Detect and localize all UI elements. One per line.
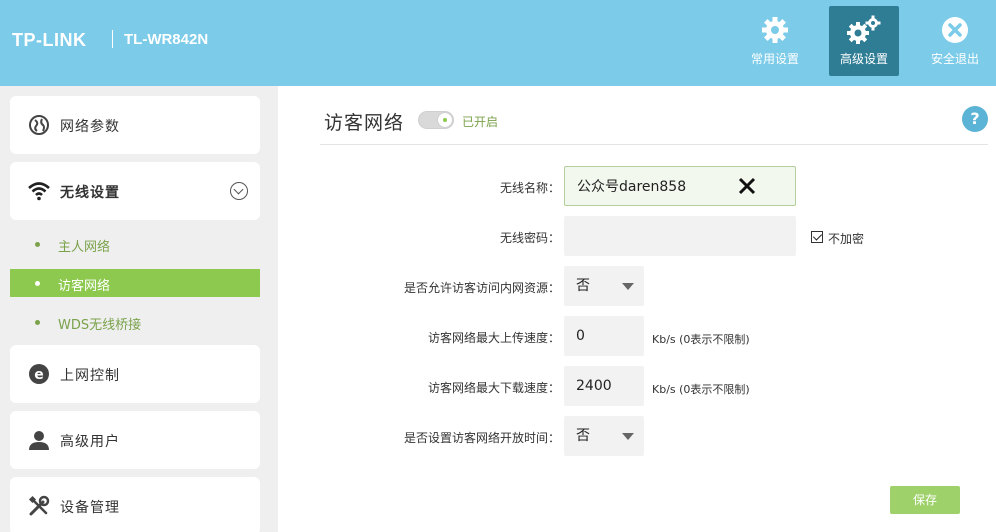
upload-speed-label: 访客网络最大上传速度：	[427, 331, 560, 345]
internet-icon: e	[29, 364, 49, 384]
sidebar-item-label: 上网控制	[60, 368, 120, 384]
sidebar-subitem-label: WDS无线桥接	[58, 318, 142, 333]
clear-icon[interactable]	[737, 176, 757, 196]
no-encrypt-checkbox[interactable]	[811, 231, 823, 243]
lan-access-value: 否	[576, 278, 590, 294]
gear-icon	[762, 17, 788, 43]
sidebar-subitem-wds[interactable]: WDS无线桥接	[10, 308, 260, 336]
advanced-settings-label: 高级设置	[839, 52, 888, 66]
password-input[interactable]	[564, 216, 796, 256]
sidebar-subitem-host-network[interactable]: 主人网络	[10, 230, 260, 258]
sidebar-item-label: 无线设置	[60, 185, 120, 201]
upload-speed-value: 0	[576, 328, 585, 344]
brand-logo: TP-LINK	[12, 30, 87, 50]
help-icon[interactable]: ?	[962, 106, 988, 132]
sidebar-subitem-label: 访客网络	[58, 279, 111, 294]
tools-icon	[28, 495, 50, 516]
schedule-label: 是否设置访客网络开放时间：	[403, 431, 560, 445]
sidebar-item-label: 设备管理	[60, 500, 120, 516]
bullet-icon	[35, 281, 40, 286]
download-speed-input[interactable]: 2400	[564, 366, 644, 406]
advanced-settings-button[interactable]: 高级设置	[829, 6, 899, 76]
logout-button[interactable]: 安全退出	[920, 6, 990, 76]
upload-speed-input[interactable]: 0	[564, 316, 644, 356]
toggle-knob	[438, 113, 452, 127]
page-title: 访客网络	[324, 112, 405, 134]
dropdown-caret-icon	[622, 283, 634, 290]
title-divider	[320, 144, 988, 145]
schedule-value: 否	[576, 428, 590, 444]
download-speed-label: 访客网络最大下载速度：	[427, 381, 560, 395]
bullet-icon	[35, 242, 40, 247]
guest-network-toggle[interactable]	[418, 111, 454, 129]
top-header: TP-LINK TL-WR842N 常用设置 高级设置 安全退出	[0, 0, 996, 86]
dropdown-caret-icon	[622, 433, 634, 440]
lan-access-label: 是否允许访客访问内网资源：	[403, 281, 560, 295]
upload-unit: Kb/s (0表示不限制)	[652, 333, 750, 346]
sidebar-item-wireless[interactable]: 无线设置	[10, 162, 260, 220]
logout-label: 安全退出	[930, 52, 979, 66]
download-unit: Kb/s (0表示不限制)	[652, 383, 750, 396]
common-settings-button[interactable]: 常用设置	[740, 6, 810, 76]
sidebar-item-advanced-user[interactable]: 高级用户	[10, 411, 260, 469]
user-icon	[29, 431, 49, 450]
password-label: 无线密码：	[499, 231, 560, 245]
status-text: 已开启	[462, 115, 499, 129]
ssid-value: 公众号daren858	[577, 179, 687, 195]
sidebar-item-internet-control[interactable]: e 上网控制	[10, 345, 260, 403]
schedule-select[interactable]: 否	[564, 416, 644, 456]
main-panel: 访客网络 已开启 ? 无线名称： 公众号daren858 无线密码： 不加密 是…	[278, 86, 996, 532]
lan-access-select[interactable]: 否	[564, 266, 644, 306]
svg-text:e: e	[34, 367, 44, 383]
gears-icon	[847, 15, 881, 44]
chevron-down-icon[interactable]	[230, 182, 248, 200]
no-encrypt-label: 不加密	[828, 232, 865, 246]
sidebar-subitem-label: 主人网络	[58, 240, 111, 255]
common-settings-label: 常用设置	[750, 52, 799, 66]
ssid-input[interactable]: 公众号daren858	[564, 166, 796, 206]
sidebar-item-label: 高级用户	[60, 434, 120, 450]
wifi-icon	[28, 182, 50, 201]
model-name: TL-WR842N	[124, 31, 209, 48]
download-speed-value: 2400	[576, 378, 612, 394]
sidebar-subitem-guest-network[interactable]: 访客网络	[10, 269, 260, 297]
bullet-icon	[35, 320, 40, 325]
exit-icon	[942, 17, 968, 43]
sidebar-item-network[interactable]: 网络参数	[10, 96, 260, 154]
sidebar-item-device-management[interactable]: 设备管理	[10, 477, 260, 532]
save-button[interactable]: 保存	[890, 486, 960, 514]
sidebar: 网络参数 无线设置 主人网络 访客网络 WDS无线桥接 e 上网控制 高级用户 …	[0, 86, 278, 532]
sidebar-item-label: 网络参数	[60, 119, 120, 135]
network-icon	[29, 115, 49, 135]
ssid-label: 无线名称：	[499, 181, 560, 195]
logo-divider	[112, 30, 113, 48]
